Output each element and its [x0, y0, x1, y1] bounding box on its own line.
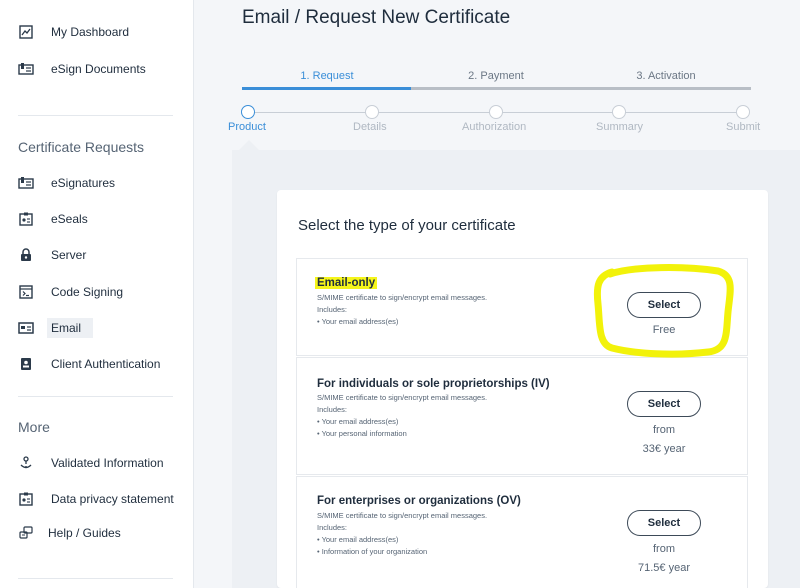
sidebar-item-label: eSign Documents	[51, 62, 146, 76]
option-price-prefix: from	[653, 424, 675, 436]
esignatures-icon	[18, 175, 34, 191]
option-price: 71.5€ year	[638, 562, 690, 574]
option-include-item: • Information of your organization	[317, 547, 428, 556]
option-description: S/MIME certificate to sign/encrypt email…	[317, 293, 488, 302]
step-payment: 2. Payment	[468, 70, 524, 82]
sidebar-item-label: Client Authentication	[51, 357, 161, 371]
client-badge-icon	[18, 356, 34, 372]
option-include-item: • Your personal information	[317, 429, 407, 438]
sidebar-item-label: eSeals	[51, 212, 88, 226]
sidebar-item-client-authentication[interactable]: Client Authentication	[18, 352, 160, 376]
option-price-prefix: from	[653, 543, 675, 555]
option-enterprises-ov: For enterprises or organizations (OV) S/…	[296, 476, 748, 588]
substep-dot-submit	[736, 105, 750, 119]
sidebar-item-label: Email	[47, 318, 94, 338]
sidebar-item-esignatures[interactable]: eSignatures	[18, 171, 115, 195]
sidebar-divider	[18, 396, 173, 397]
sidebar-item-validated-information[interactable]: Validated Information	[18, 451, 164, 475]
panel-pointer	[239, 140, 259, 150]
substep-dot-product	[241, 105, 255, 119]
option-title: For enterprises or organizations (OV)	[317, 495, 521, 507]
lock-icon	[18, 247, 34, 263]
option-individuals-iv: For individuals or sole proprietorships …	[296, 357, 748, 475]
option-includes-label: Includes:	[317, 305, 348, 314]
page-title: Email / Request New Certificate	[242, 7, 511, 28]
select-button-email-only[interactable]: Select	[627, 292, 701, 318]
select-button-individuals[interactable]: Select	[627, 391, 701, 417]
section-title-certificate-requests: Certificate Requests	[18, 139, 145, 155]
sidebar-item-label: My Dashboard	[51, 25, 130, 39]
help-icon	[18, 525, 34, 541]
substep-label-authorization: Authorization	[462, 121, 527, 133]
step-request: 1. Request	[300, 70, 354, 82]
substep-label-details: Details	[353, 121, 387, 133]
step-progress-bar-active	[242, 87, 411, 90]
substep-dot-summary	[612, 105, 626, 119]
substep-dot-authorization	[489, 105, 503, 119]
privacy-icon	[18, 491, 34, 507]
validated-icon	[18, 455, 34, 471]
esign-documents-icon	[18, 61, 34, 77]
sidebar-item-esign-documents[interactable]: eSign Documents	[18, 57, 146, 81]
card-title: Select the type of your certificate	[298, 217, 516, 234]
select-button-enterprises[interactable]: Select	[627, 510, 701, 536]
option-email-only: Email-only S/MIME certificate to sign/en…	[296, 258, 748, 356]
option-title: Email-only	[315, 277, 378, 289]
sidebar-item-my-dashboard[interactable]: My Dashboard	[18, 20, 129, 44]
sidebar: My Dashboard eSign Documents Certificate…	[0, 0, 194, 588]
dashboard-icon	[18, 24, 34, 40]
section-title-more: More	[18, 419, 50, 435]
sidebar-item-code-signing[interactable]: Code Signing	[18, 280, 123, 304]
substep-label-submit: Submit	[726, 121, 761, 133]
option-title: For individuals or sole proprietorships …	[317, 378, 550, 390]
sidebar-item-label: eSignatures	[51, 176, 116, 190]
sidebar-divider	[18, 115, 173, 116]
sidebar-item-label: Server	[51, 248, 87, 262]
substep-label-summary: Summary	[596, 121, 644, 133]
substep-label-product: Product	[228, 121, 266, 133]
option-includes-label: Includes:	[317, 523, 348, 532]
option-include-item: • Your email address(es)	[317, 417, 399, 426]
code-signing-icon	[18, 284, 34, 300]
option-description: S/MIME certificate to sign/encrypt email…	[317, 393, 488, 402]
sidebar-item-label: Data privacy statement	[51, 492, 174, 506]
sidebar-item-data-privacy-statement[interactable]: Data privacy statement	[18, 487, 174, 511]
eseal-icon	[18, 211, 34, 227]
sidebar-item-server[interactable]: Server	[18, 243, 86, 267]
option-include-item: • Your email address(es)	[317, 317, 399, 326]
option-price: 33€ year	[642, 443, 686, 455]
step-activation: 3. Activation	[636, 70, 696, 82]
option-price: Free	[652, 324, 676, 336]
main-stepper: 1. Request 2. Payment 3. Activation	[242, 70, 751, 90]
sidebar-divider	[18, 578, 173, 579]
substep-dot-details	[365, 105, 379, 119]
option-description: S/MIME certificate to sign/encrypt email…	[317, 511, 488, 520]
sidebar-item-label: Code Signing	[51, 285, 124, 299]
step-progress-bar-inactive	[411, 87, 751, 90]
sidebar-item-eseals[interactable]: eSeals	[18, 207, 88, 231]
sidebar-item-email[interactable]: Email	[18, 316, 94, 340]
sidebar-item-help-guides[interactable]: Help / Guides	[18, 521, 121, 545]
email-card-icon	[18, 320, 34, 336]
option-includes-label: Includes:	[317, 405, 348, 414]
sidebar-item-label: Validated Information	[51, 456, 164, 470]
option-include-item: • Your email address(es)	[317, 535, 399, 544]
sidebar-item-label: Help / Guides	[48, 526, 121, 540]
